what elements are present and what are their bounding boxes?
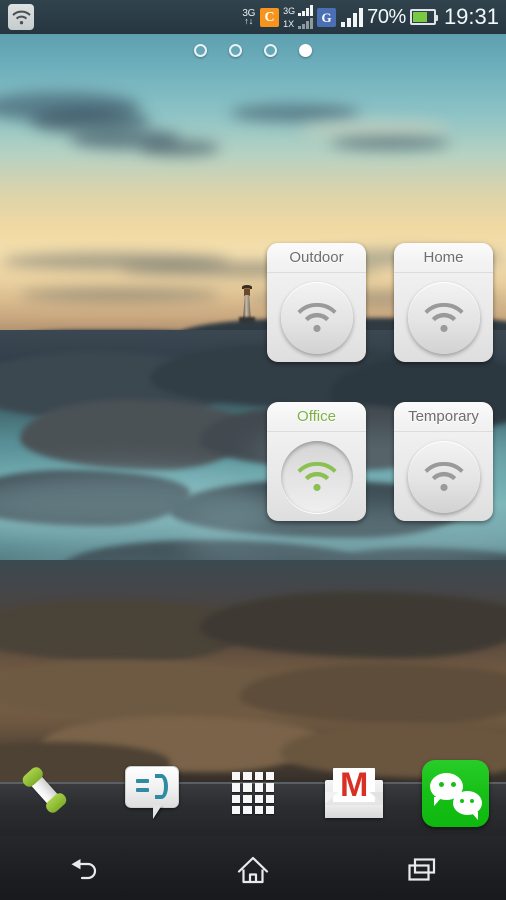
wifi-icon: [296, 461, 337, 492]
wifi-tile-knob-area[interactable]: [394, 432, 493, 521]
handset-shape: [24, 769, 64, 811]
signal-label-3g: 3G: [283, 5, 296, 16]
wechat-eye: [438, 781, 444, 787]
battery-fill: [412, 12, 427, 22]
lighthouse-lamp: [244, 288, 250, 296]
wechat-bubble-small: [452, 790, 482, 820]
app-grid-icon[interactable]: [232, 772, 274, 814]
status-bar[interactable]: 3G ↑↓ C 3G 1X G 70% 19:31: [0, 0, 506, 34]
smiley-eyes: [135, 779, 149, 797]
wifi-tile-knob-area[interactable]: [267, 432, 366, 521]
page-dot-3[interactable]: [264, 44, 277, 57]
wifi-toggle-knob[interactable]: [407, 440, 480, 513]
signal-row-1x: 1X: [283, 17, 314, 30]
page-dot-2[interactable]: [229, 44, 242, 57]
battery-percent-label: 70%: [367, 5, 406, 28]
wifi-tile-knob-area[interactable]: [394, 273, 493, 362]
nav-button-recents[interactable]: [337, 840, 506, 900]
envelope-front: [325, 792, 384, 818]
wifi-toggle-knob[interactable]: [280, 281, 353, 354]
cloud: [140, 140, 220, 156]
back-arrow-icon: [71, 859, 97, 880]
recents-icon: [408, 858, 435, 881]
message-bubble-icon[interactable]: [123, 764, 181, 822]
wifi-tile-label: Office: [267, 402, 366, 432]
signal-bars-1x: [298, 18, 314, 29]
dock-item-gmail[interactable]: M: [304, 748, 405, 838]
signal-bars-3g: [298, 5, 314, 16]
wifi-toggle-knob[interactable]: [407, 281, 480, 354]
network-3g-indicator: 3G ↑↓: [242, 8, 255, 26]
page-dot-4[interactable]: [299, 44, 312, 57]
wifi-tile-home[interactable]: Home: [394, 243, 493, 362]
status-bar-left: [0, 4, 34, 30]
wifi-tile-temporary[interactable]: Temporary: [394, 402, 493, 521]
carrier-g-icon: G: [317, 7, 337, 27]
bubble-tail: [152, 805, 162, 819]
navigation-bar: [0, 840, 506, 900]
wechat-eye: [450, 781, 456, 787]
battery-icon: [409, 9, 438, 25]
wifi-tile-label: Temporary: [394, 402, 493, 432]
nav-button-home[interactable]: [169, 840, 338, 900]
dock: M: [0, 748, 506, 838]
carrier-c-icon: C: [260, 7, 280, 27]
data-transfer-arrows-icon: ↑↓: [244, 15, 254, 26]
status-bar-right: 3G ↑↓ C 3G 1X G 70% 19:31: [242, 4, 506, 30]
page-dot-1[interactable]: [194, 44, 207, 57]
wifi-icon: [8, 4, 34, 30]
wifi-tile-outdoor[interactable]: Outdoor: [267, 243, 366, 362]
wifi-icon: [423, 461, 464, 492]
android-home-screen: 3G ↑↓ C 3G 1X G 70% 19:31 Outdoor Home O…: [0, 0, 506, 900]
carrier-g-signal-bars: [341, 7, 364, 27]
bubble-shape: [124, 766, 179, 808]
signal-row-3g: 3G: [283, 4, 314, 17]
cloud: [230, 104, 360, 122]
phone-handset-icon[interactable]: [23, 765, 79, 821]
nav-button-back[interactable]: [0, 840, 169, 900]
wechat-bubbles-icon[interactable]: [421, 759, 489, 827]
cloud: [330, 136, 450, 150]
wifi-tile-knob-area[interactable]: [267, 273, 366, 362]
wifi-tile-office[interactable]: Office: [267, 402, 366, 521]
wifi-tile-label: Home: [394, 243, 493, 273]
dock-item-phone[interactable]: [0, 748, 101, 838]
smiley-mouth: [154, 774, 168, 799]
wifi-toggle-knob[interactable]: [280, 440, 353, 513]
rock: [0, 660, 280, 720]
page-indicator: [0, 44, 506, 57]
wechat-eye: [469, 798, 474, 803]
wechat-eye: [459, 798, 464, 803]
wifi-icon: [423, 302, 464, 333]
lighthouse: [239, 285, 255, 325]
dock-item-messaging[interactable]: [101, 748, 202, 838]
wifi-tile-label: Outdoor: [267, 243, 366, 273]
wifi-icon: [296, 302, 337, 333]
home-icon: [237, 856, 269, 884]
status-bar-clock: 19:31: [443, 4, 499, 29]
dock-item-wechat[interactable]: [405, 748, 506, 838]
carrier-c-signal: 3G 1X: [283, 4, 314, 30]
gmail-envelope-icon[interactable]: M: [325, 768, 384, 818]
cloud: [20, 288, 220, 301]
signal-label-1x: 1X: [283, 18, 295, 29]
dock-item-app-drawer[interactable]: [202, 748, 303, 838]
